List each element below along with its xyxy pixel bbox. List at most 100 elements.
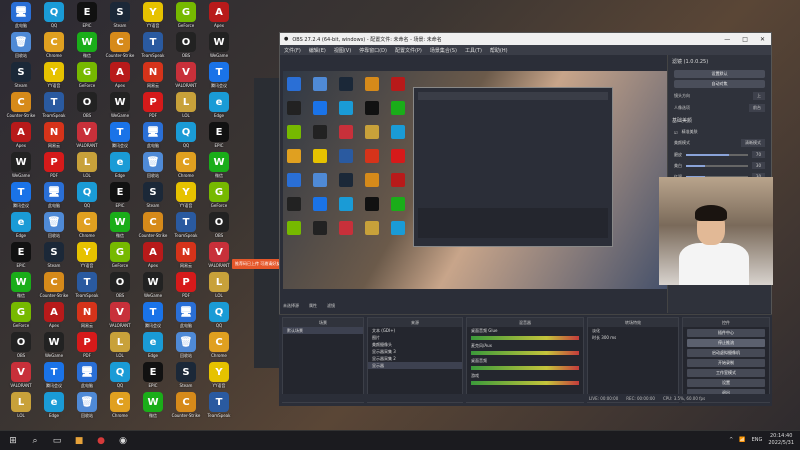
- desktop-icon[interactable]: G GeForce: [202, 182, 236, 212]
- desktop-icon[interactable]: W 微信: [202, 152, 236, 182]
- desktop-icon[interactable]: A Apex: [136, 242, 170, 272]
- close-icon[interactable]: ✕: [760, 36, 765, 43]
- desktop-icon[interactable]: O OBS: [70, 92, 104, 122]
- desktop-icon[interactable]: L LOL: [202, 272, 236, 302]
- desktop-icon[interactable]: W 微信: [70, 32, 104, 62]
- desktop-icon[interactable]: V VALORANT: [202, 242, 236, 272]
- desktop-icon[interactable]: C Counter-Strike: [4, 92, 38, 122]
- language-indicator[interactable]: ENG: [752, 437, 763, 443]
- desktop-icon[interactable]: 🖥 此电脑: [169, 302, 203, 332]
- desktop-icon[interactable]: P PDF: [70, 332, 104, 362]
- desktop-icon[interactable]: Q QQ: [169, 122, 203, 152]
- desktop-icon[interactable]: S Steam: [136, 182, 170, 212]
- desktop-icon[interactable]: C Chrome: [103, 392, 137, 422]
- desktop-icon[interactable]: E EPIC: [70, 2, 104, 32]
- desktop-icon[interactable]: N 网易云: [70, 302, 104, 332]
- desktop-icon[interactable]: e Edge: [136, 332, 170, 362]
- scene-item[interactable]: 默认场景: [283, 327, 363, 334]
- control-button[interactable]: 停止推流: [687, 339, 765, 347]
- desktop-icon[interactable]: E EPIC: [103, 182, 137, 212]
- desktop-icon[interactable]: W WeGame: [103, 92, 137, 122]
- desktop-icon[interactable]: W WeGame: [37, 332, 71, 362]
- desktop-icon[interactable]: T TeamSpeak: [70, 272, 104, 302]
- filter-button[interactable]: 自动对焦: [674, 80, 765, 88]
- menu-item[interactable]: 帮助(H): [490, 47, 508, 54]
- desktop-icon[interactable]: W WeGame: [136, 272, 170, 302]
- desktop-icon[interactable]: C Chrome: [202, 332, 236, 362]
- source-item[interactable]: 图片: [368, 334, 462, 341]
- filters-button[interactable]: 滤镜: [327, 303, 335, 309]
- desktop-icon[interactable]: 🖥 此电脑: [4, 2, 38, 32]
- obs-taskbar-icon[interactable]: ◉: [114, 433, 132, 449]
- source-item[interactable]: 文本 (GDI+): [368, 327, 462, 334]
- desktop-icon[interactable]: O OBS: [103, 272, 137, 302]
- desktop-icon[interactable]: T TeamSpeak: [202, 392, 236, 422]
- filter-option-row[interactable]: 人像选项 前台: [668, 102, 771, 114]
- desktop-icon[interactable]: Y YY语音: [136, 2, 170, 32]
- beauty-mode-select[interactable]: 美颜模式 清晰模式: [668, 137, 771, 149]
- menu-item[interactable]: 编辑(E): [309, 47, 326, 54]
- desktop-icon[interactable]: P PDF: [37, 152, 71, 182]
- desktop-icon[interactable]: S Steam: [169, 362, 203, 392]
- preview-canvas[interactable]: [283, 71, 669, 289]
- desktop-icon[interactable]: T TeamSpeak: [169, 212, 203, 242]
- source-item[interactable]: 显示器采集 2: [368, 355, 462, 362]
- desktop-icon[interactable]: P PDF: [169, 272, 203, 302]
- desktop-icon[interactable]: 🖥 此电脑: [70, 362, 104, 392]
- desktop-icon[interactable]: G GeForce: [70, 62, 104, 92]
- precise-skin-checkbox[interactable]: ☑ 精准美肤: [668, 127, 771, 137]
- desktop-icon[interactable]: Y YY语音: [70, 242, 104, 272]
- desktop-icon[interactable]: S Steam: [103, 2, 137, 32]
- clock[interactable]: 20:14:40 2022/5/31: [768, 433, 794, 447]
- desktop-icon[interactable]: O OBS: [4, 332, 38, 362]
- source-item[interactable]: 显示器采集 3: [368, 348, 462, 355]
- desktop-icon[interactable]: C Counter-Strike: [169, 392, 203, 422]
- desktop-icon[interactable]: E EPIC: [202, 122, 236, 152]
- desktop-icon[interactable]: A Apex: [202, 2, 236, 32]
- desktop-icon[interactable]: 🖥 此电脑: [37, 182, 71, 212]
- desktop-icon[interactable]: W WeGame: [4, 152, 38, 182]
- desktop-icon[interactable]: N 网易云: [37, 122, 71, 152]
- menu-item[interactable]: 场景集合(S): [430, 47, 457, 54]
- desktop-icon[interactable]: 🗑 回收站: [136, 152, 170, 182]
- desktop-icon[interactable]: L LOL: [70, 152, 104, 182]
- menu-item[interactable]: 停靠窗口(D): [359, 47, 387, 54]
- desktop-icon[interactable]: e Edge: [202, 92, 236, 122]
- desktop-icon[interactable]: T 腾讯会议: [37, 362, 71, 392]
- desktop-icon[interactable]: A Apex: [103, 62, 137, 92]
- desktop-icon[interactable]: A Apex: [4, 122, 38, 152]
- desktop-icon[interactable]: V VALORANT: [103, 302, 137, 332]
- tray-chevron-icon[interactable]: ^: [729, 437, 733, 443]
- desktop-icon[interactable]: T TeamSpeak: [136, 32, 170, 62]
- desktop-icon[interactable]: N 网易云: [136, 62, 170, 92]
- control-button[interactable]: 插件中心: [687, 329, 765, 337]
- minimize-icon[interactable]: —: [724, 36, 730, 43]
- desktop-icon[interactable]: T 腾讯会议: [136, 302, 170, 332]
- transition-type-select[interactable]: 淡化: [588, 327, 678, 334]
- desktop-icon[interactable]: T 腾讯会议: [202, 62, 236, 92]
- volume-meter[interactable]: [471, 351, 579, 355]
- desktop-icon[interactable]: G GeForce: [103, 242, 137, 272]
- desktop-icon[interactable]: T TeamSpeak: [37, 92, 71, 122]
- desktop-icon[interactable]: 🗑 回收站: [4, 32, 38, 62]
- menu-item[interactable]: 工具(T): [465, 47, 482, 54]
- desktop-icon[interactable]: P PDF: [136, 92, 170, 122]
- desktop-icon[interactable]: e Edge: [37, 392, 71, 422]
- desktop-icon[interactable]: C Counter-Strike: [136, 212, 170, 242]
- desktop-icon[interactable]: T 腾讯会议: [103, 122, 137, 152]
- desktop-icon[interactable]: C Chrome: [70, 212, 104, 242]
- desktop-icon[interactable]: Y YY语音: [202, 362, 236, 392]
- desktop-icon[interactable]: V VALORANT: [70, 122, 104, 152]
- desktop-icon[interactable]: Q QQ: [103, 362, 137, 392]
- properties-button[interactable]: 属性: [309, 303, 317, 309]
- source-item[interactable]: 显示器: [368, 362, 462, 369]
- desktop-icon[interactable]: O OBS: [169, 32, 203, 62]
- slider-track[interactable]: [686, 153, 748, 156]
- menu-item[interactable]: 视图(V): [334, 47, 351, 54]
- desktop-icon[interactable]: O OBS: [202, 212, 236, 242]
- desktop-icon[interactable]: E EPIC: [136, 362, 170, 392]
- desktop-icon[interactable]: 🖥 此电脑: [136, 122, 170, 152]
- toast-notification[interactable]: 推荐码已上传 可邀请好友: [232, 259, 284, 269]
- search-icon[interactable]: ⌕: [26, 433, 44, 449]
- desktop-icon[interactable]: 🗑 回收站: [169, 332, 203, 362]
